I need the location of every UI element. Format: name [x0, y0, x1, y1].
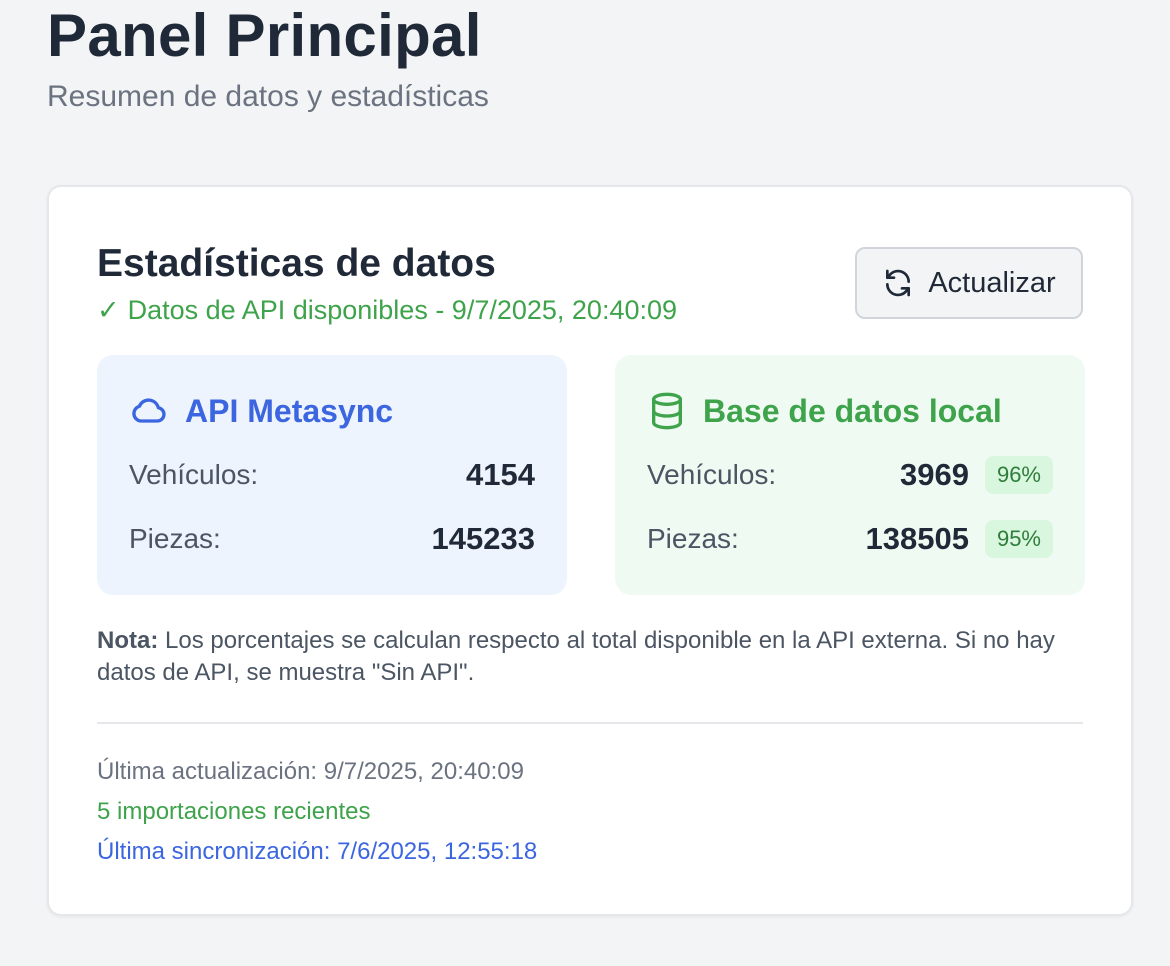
local-parts-row: Piezas: 138505 95% [647, 517, 1053, 561]
divider [97, 722, 1083, 724]
api-vehicles-label: Vehículos: [129, 459, 259, 490]
note-text: Nota: Los porcentajes se calculan respec… [97, 625, 1083, 689]
api-panel: API Metasync Vehículos: 4154 Piezas: 145… [97, 355, 567, 595]
api-parts-label: Piezas: [129, 523, 221, 554]
stats-card: Estadísticas de datos ✓ Datos de API dis… [47, 185, 1133, 916]
local-db-panel: Base de datos local Vehículos: 3969 96% … [615, 355, 1085, 595]
api-status-text: Datos de API disponibles - 9/7/2025, 20:… [127, 295, 678, 325]
refresh-button[interactable]: Actualizar [855, 247, 1083, 319]
refresh-icon [886, 269, 911, 297]
api-panel-title: API Metasync [185, 393, 394, 429]
local-vehicles-pct-badge: 96% [984, 456, 1053, 494]
local-db-panel-title: Base de datos local [703, 393, 1002, 429]
local-vehicles-value: 3969 [899, 457, 969, 492]
local-parts-value: 138505 [865, 521, 969, 556]
database-icon [652, 392, 682, 430]
card-title: Estadísticas de datos [97, 242, 496, 285]
recent-imports-text: 5 importaciones recientes [97, 798, 371, 825]
note-label: Nota: [97, 627, 159, 654]
page-subtitle: Resumen de datos y estadísticas [47, 80, 489, 113]
api-vehicles-value: 4154 [466, 457, 535, 492]
api-panel-header: API Metasync [129, 391, 393, 431]
last-sync-text: Última sincronización: 7/6/2025, 12:55:1… [97, 838, 538, 865]
page-title: Panel Principal [47, 2, 482, 69]
api-parts-row: Piezas: 145233 [129, 517, 535, 561]
cloud-icon [132, 398, 166, 423]
local-vehicles-row: Vehículos: 3969 96% [647, 453, 1053, 497]
api-parts-value: 145233 [431, 521, 535, 556]
local-db-panel-header: Base de datos local [647, 391, 1002, 431]
local-parts-label: Piezas: [647, 523, 739, 554]
refresh-button-label: Actualizar [928, 266, 1056, 299]
api-vehicles-row: Vehículos: 4154 [129, 453, 535, 497]
local-parts-pct-badge: 95% [984, 520, 1053, 558]
check-icon: ✓ [97, 295, 120, 325]
api-status: ✓ Datos de API disponibles - 9/7/2025, 2… [97, 293, 677, 327]
local-vehicles-label: Vehículos: [647, 459, 777, 490]
last-update-text: Última actualización: 9/7/2025, 20:40:09 [97, 758, 524, 785]
note-body: Los porcentajes se calculan respecto al … [97, 627, 1055, 686]
